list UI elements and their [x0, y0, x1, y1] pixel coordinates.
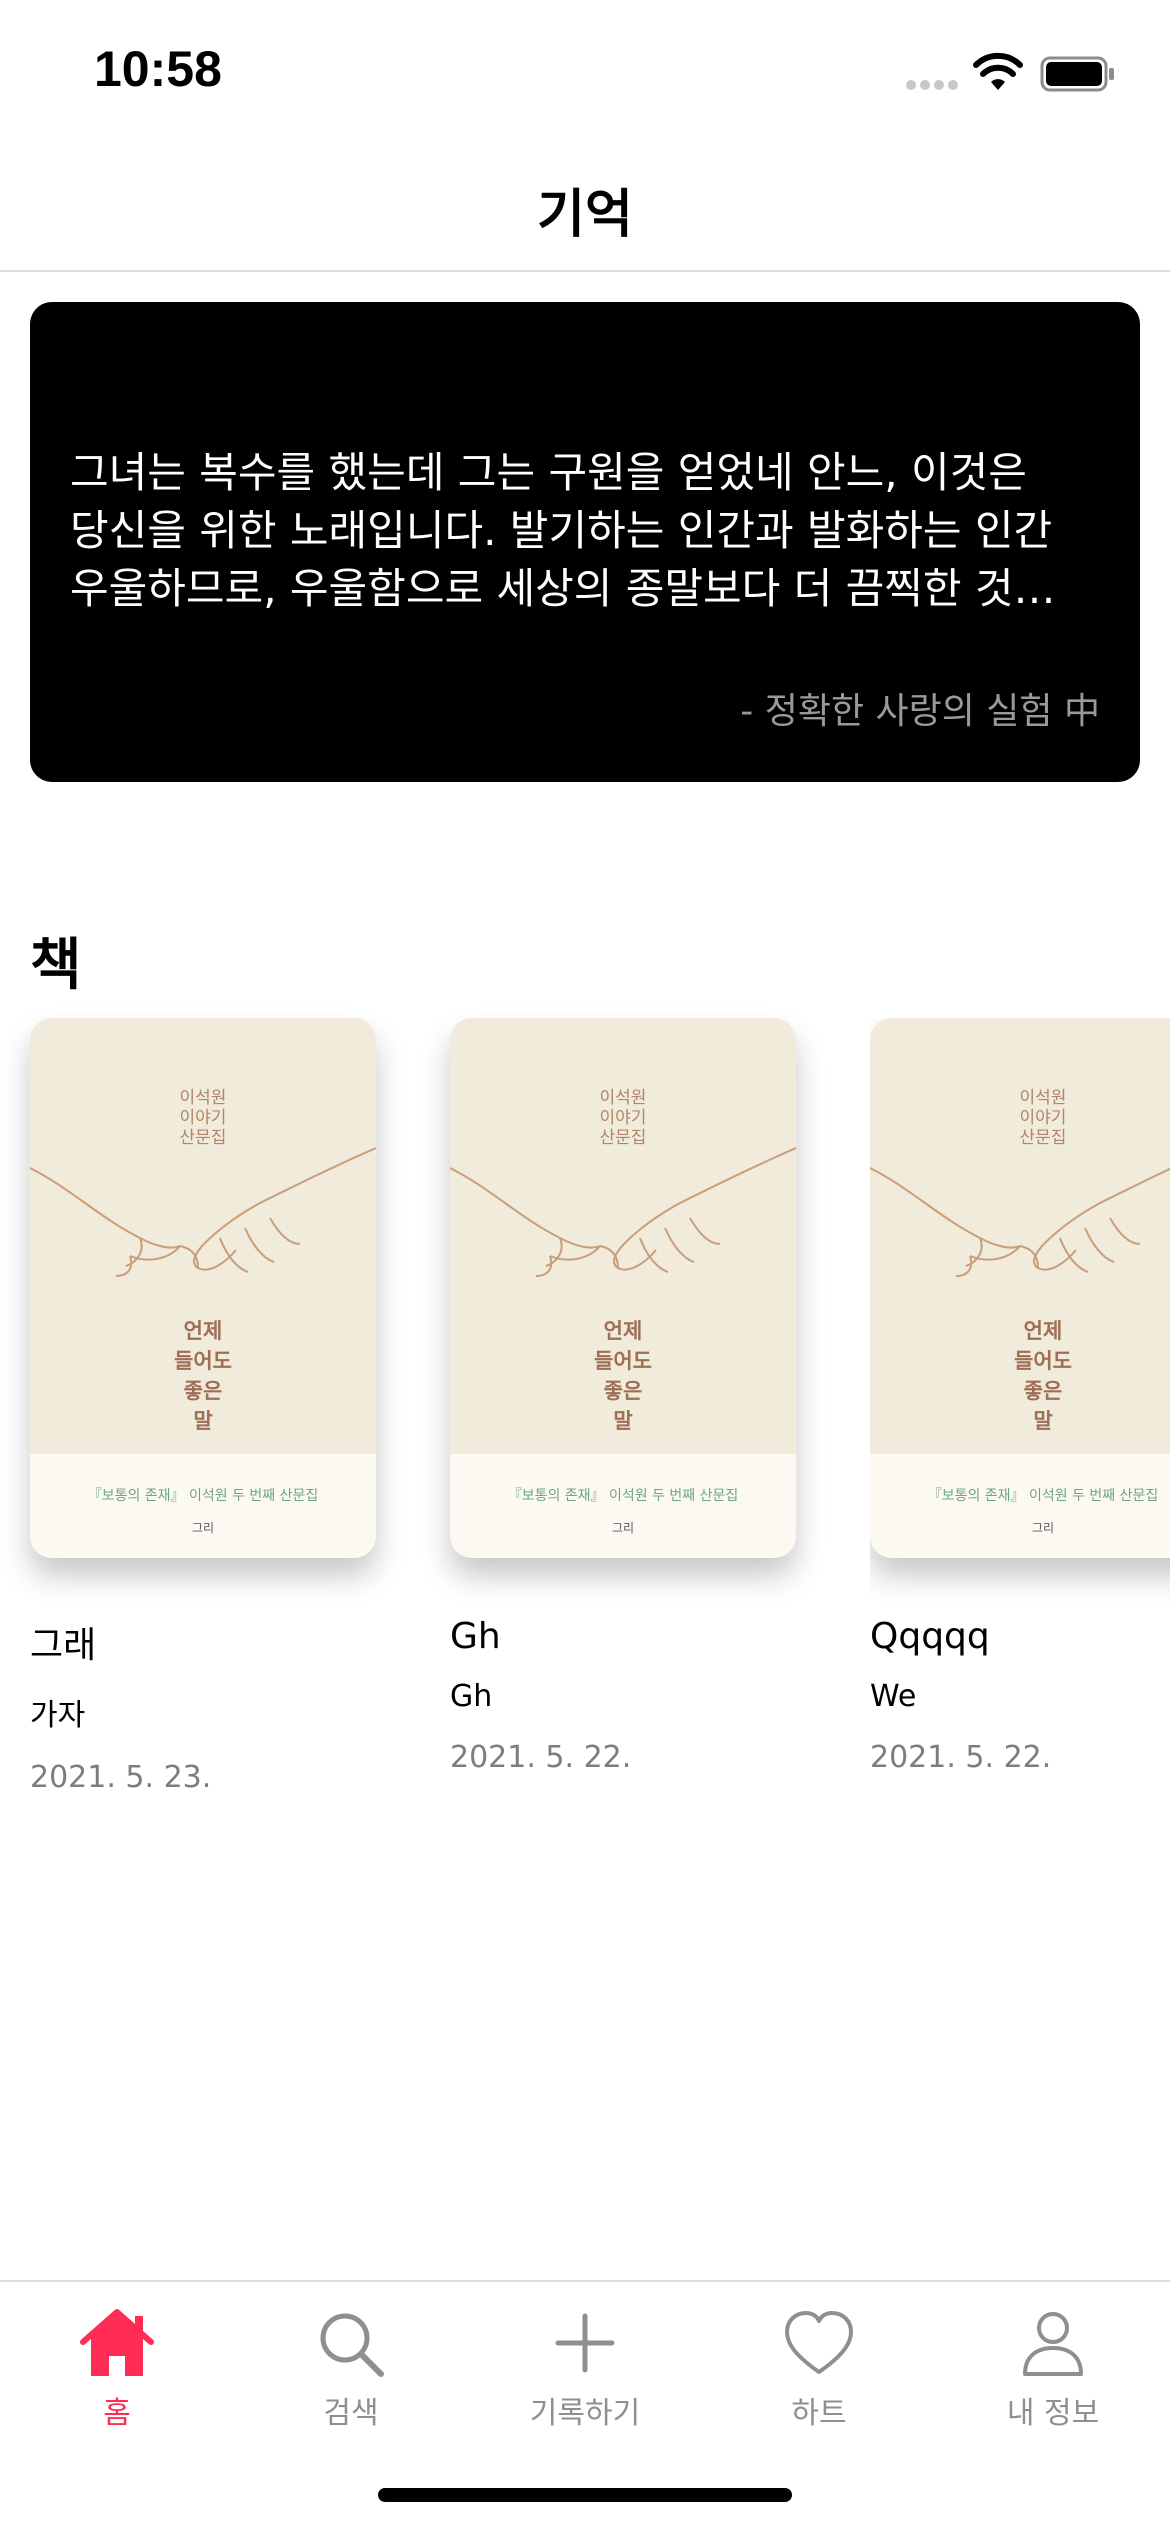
tab-label: 홈	[103, 2396, 131, 2431]
cover-top-text-2: 이야기	[600, 1108, 647, 1128]
cover-publisher-mark: 그리	[192, 1521, 214, 1535]
book-cover-image: 이석원 이야기 산문집 언제 들어도 좋은 말 『보통의 존재』 이석원 두 번…	[450, 1018, 796, 1558]
book-cover-illustration: 이석원 이야기 산문집 언제 들어도 좋은 말 『보통의 존재』 이석원 두 번…	[30, 1088, 376, 1535]
cover-main-title-4: 말	[1033, 1408, 1052, 1433]
page-title: 기억	[537, 185, 633, 245]
cover-top-text-3: 산문집	[1020, 1128, 1067, 1148]
cover-main-title-2: 들어도	[174, 1348, 232, 1373]
cellular-signal-icon	[906, 80, 960, 92]
status-time: 10:58	[94, 41, 222, 97]
home-indicator[interactable]	[378, 2488, 792, 2502]
quote-source: - 정확한 사랑의 실험 中	[740, 691, 1100, 732]
cover-bottom-line: 『보통의 존재』 이석원 두 번째 산문집	[88, 1488, 319, 1504]
cover-bottom-line: 『보통의 존재』 이석원 두 번째 산문집	[508, 1488, 739, 1504]
book-cover-illustration: 이석원 이야기 산문집 언제 들어도 좋은 말 『보통의 존재』 이석원 두 번…	[450, 1088, 796, 1535]
tab-my-info[interactable]: 내 정보	[936, 2306, 1170, 2431]
cover-main-title-2: 들어도	[594, 1348, 652, 1373]
quote-card[interactable]: 그녀는 복수를 했는데 그는 구원을 얻었네 안느, 이것은 당신을 위한 노래…	[30, 302, 1140, 782]
book-date: 2021. 5. 22.	[450, 1740, 632, 1775]
tab-label: 기록하기	[529, 2396, 641, 2431]
cover-main-title-1: 언제	[1024, 1318, 1063, 1343]
cover-main-title-3: 좋은	[1024, 1378, 1063, 1403]
cover-bottom-line: 『보통의 존재』 이석원 두 번째 산문집	[928, 1488, 1159, 1504]
tab-search[interactable]: 검색	[234, 2306, 468, 2431]
cover-main-title-3: 좋은	[604, 1378, 643, 1403]
cover-main-title-2: 들어도	[1014, 1348, 1072, 1373]
house-icon	[80, 2309, 154, 2376]
cover-top-text-3: 산문집	[600, 1128, 647, 1148]
tab-label: 하트	[791, 2396, 847, 2431]
tab-heart[interactable]: 하트	[702, 2306, 936, 2431]
cover-top-text-2: 이야기	[1020, 1108, 1067, 1128]
book-cover-image: 이석원 이야기 산문집 언제 들어도 좋은 말 『보통의 존재』 이석원 두 번…	[30, 1018, 376, 1558]
home-screen: 10:58 기억 그녀는 복수를 했는데 그는 구원을 얻었네 안느, 이것은 …	[0, 0, 1170, 2532]
book-date: 2021. 5. 23.	[30, 1760, 212, 1795]
wifi-icon	[973, 52, 1023, 90]
status-bar: 10:58	[0, 0, 1170, 140]
book-author: We	[870, 1679, 917, 1714]
cover-main-title-4: 말	[613, 1408, 632, 1433]
cover-main-title-3: 좋은	[184, 1378, 223, 1403]
battery-icon	[1040, 56, 1114, 92]
tab-label: 내 정보	[1006, 2396, 1100, 2431]
person-icon	[1023, 2312, 1083, 2376]
book-title: Qqqqq	[870, 1616, 990, 1657]
cover-main-title-1: 언제	[184, 1318, 223, 1343]
cover-publisher-mark: 그리	[1032, 1521, 1054, 1535]
cover-main-title-4: 말	[193, 1408, 212, 1433]
book-title: Gh	[450, 1616, 501, 1657]
book-cover-image: 이석원 이야기 산문집 언제 들어도 좋은 말 『보통의 존재』 이석원 두 번…	[870, 1018, 1170, 1558]
navigation-bar: 기억	[0, 150, 1170, 272]
quote-text: 그녀는 복수를 했는데 그는 구원을 얻었네 안느, 이것은 당신을 위한 노래…	[70, 448, 1056, 613]
cover-top-text-1: 이석원	[600, 1088, 647, 1108]
cover-top-text-3: 산문집	[180, 1128, 227, 1148]
heart-icon	[785, 2311, 853, 2374]
cover-top-text-1: 이석원	[1020, 1088, 1067, 1108]
magnifier-icon	[320, 2313, 384, 2377]
book-date: 2021. 5. 22.	[870, 1740, 1052, 1775]
book-author: 가자	[30, 1698, 86, 1733]
book-card[interactable]: 이석원 이야기 산문집 언제 들어도 좋은 말 『보통의 존재』 이석원 두 번…	[30, 1018, 376, 1795]
book-card[interactable]: 이석원 이야기 산문집 언제 들어도 좋은 말 『보통의 존재』 이석원 두 번…	[450, 1018, 796, 1775]
books-section-title: 책	[30, 933, 82, 998]
book-cover-illustration: 이석원 이야기 산문집 언제 들어도 좋은 말 『보통의 존재』 이석원 두 번…	[870, 1088, 1170, 1535]
tab-home[interactable]: 홈	[0, 2306, 234, 2431]
tab-record[interactable]: 기록하기	[468, 2306, 702, 2431]
book-author: Gh	[450, 1679, 493, 1714]
cover-top-text-1: 이석원	[180, 1088, 227, 1108]
tab-label: 검색	[323, 2396, 379, 2431]
book-title: 그래	[30, 1625, 97, 1666]
book-card[interactable]: 이석원 이야기 산문집 언제 들어도 좋은 말 『보통의 존재』 이석원 두 번…	[870, 1018, 1170, 1775]
cover-publisher-mark: 그리	[612, 1521, 634, 1535]
plus-icon	[555, 2313, 615, 2373]
cover-top-text-2: 이야기	[180, 1108, 227, 1128]
cover-main-title-1: 언제	[604, 1318, 643, 1343]
